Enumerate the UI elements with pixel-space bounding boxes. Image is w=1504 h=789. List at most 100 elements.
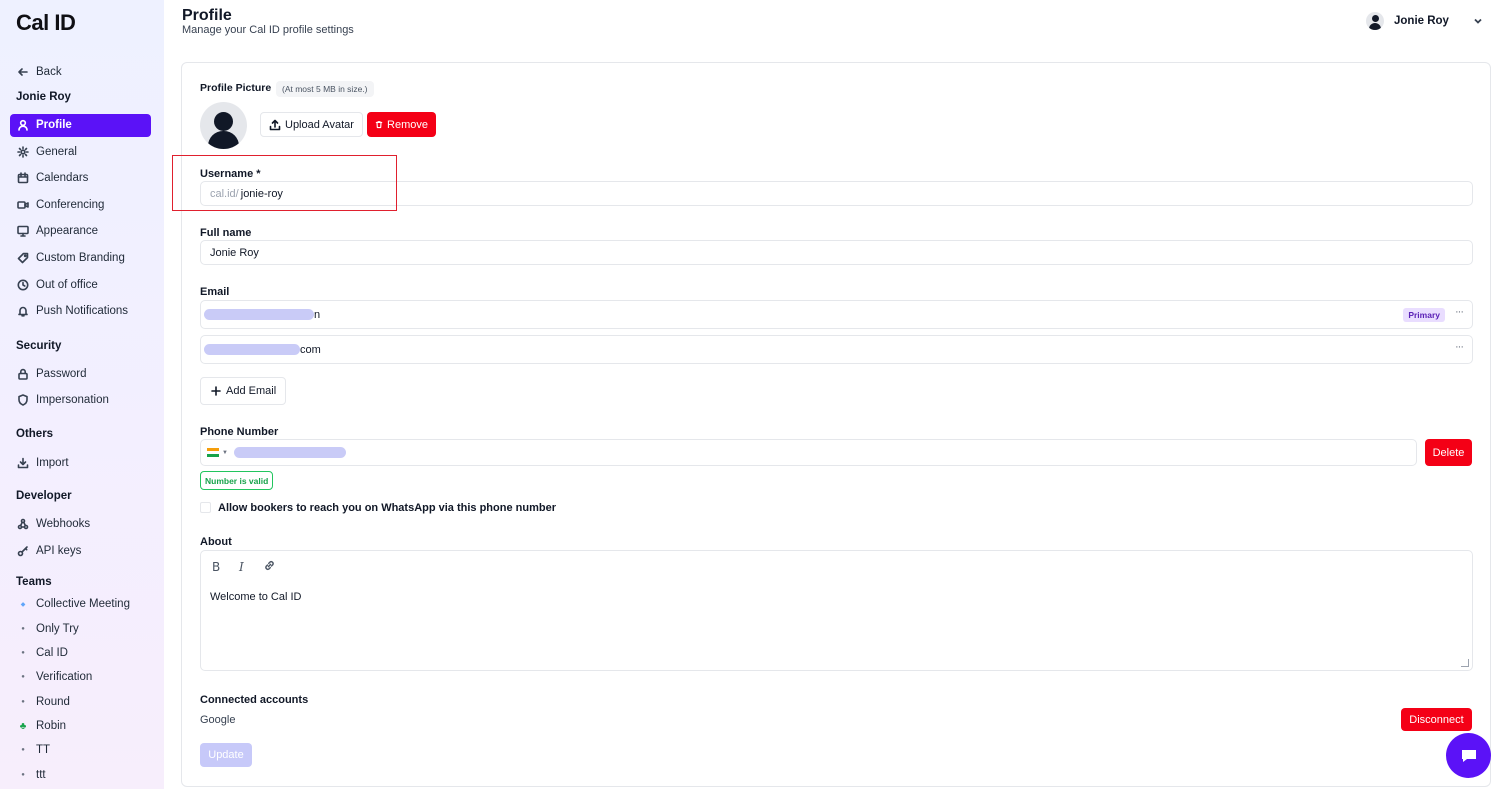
resize-handle-icon[interactable] [1461, 659, 1469, 667]
remove-avatar-button[interactable]: Remove [367, 112, 436, 137]
trash-icon [375, 121, 383, 129]
username-highlight-box [172, 155, 397, 211]
delete-phone-button[interactable]: Delete [1425, 439, 1472, 466]
sidebar: Cal ID Back Jonie Roy Profile General Ca… [0, 0, 164, 789]
video-icon [17, 199, 29, 211]
shield-icon [17, 394, 29, 406]
sidebar-item-impersonation[interactable]: Impersonation [17, 394, 109, 406]
link-icon[interactable] [263, 559, 276, 575]
update-button[interactable]: Update [200, 743, 252, 767]
plus-icon [211, 386, 221, 396]
cal-id-logo[interactable]: Cal ID [16, 10, 76, 36]
team-logo-icon: ● [21, 626, 25, 632]
fullname-input[interactable]: Jonie Roy [200, 240, 1473, 265]
webhook-icon [17, 518, 29, 530]
email-row-secondary[interactable]: com ··· [200, 335, 1473, 364]
sidebar-item-push-notifications[interactable]: Push Notifications [17, 305, 128, 317]
phone-label: Phone Number [200, 426, 279, 438]
sidebar-heading-others: Others [16, 428, 54, 440]
primary-badge: Primary [1403, 308, 1445, 322]
sidebar-team-tt[interactable]: ● TT [17, 744, 50, 756]
sidebar-heading-teams: Teams [16, 576, 52, 588]
phone-valid-badge: Number is valid [200, 471, 274, 490]
email-visible-text: com [300, 343, 321, 356]
more-options-icon[interactable]: ··· [1455, 341, 1464, 353]
country-flag-icon[interactable] [207, 448, 219, 457]
about-label: About [200, 536, 232, 548]
about-editor[interactable]: B I Welcome to Cal ID [200, 550, 1473, 671]
sidebar-item-conferencing[interactable]: Conferencing [17, 199, 104, 211]
team-logo-icon: ● [21, 674, 25, 680]
upload-avatar-button[interactable]: Upload Avatar [260, 112, 363, 137]
team-logo-icon: ● [21, 699, 25, 705]
disconnect-button[interactable]: Disconnect [1401, 708, 1472, 731]
sidebar-item-appearance[interactable]: Appearance [17, 225, 98, 237]
sidebar-item-api-keys[interactable]: API keys [17, 545, 81, 557]
sidebar-team-collective-meeting[interactable]: ◆ Collective Meeting [17, 598, 130, 610]
add-email-button[interactable]: Add Email [200, 377, 287, 405]
page-subtitle: Manage your Cal ID profile settings [182, 24, 354, 36]
profile-picture-label: Profile Picture [200, 82, 272, 94]
sidebar-item-profile[interactable]: Profile [17, 119, 72, 131]
redacted-email [204, 344, 300, 355]
arrow-left-icon [17, 66, 29, 78]
calendar-icon [17, 172, 29, 184]
sidebar-team-robin[interactable]: ♣ Robin [17, 720, 66, 732]
sidebar-team-only-try[interactable]: ● Only Try [17, 623, 79, 635]
redacted-phone [233, 447, 346, 458]
gear-icon [17, 146, 29, 158]
email-row-primary[interactable]: n Primary ··· [200, 300, 1473, 329]
bell-icon [17, 305, 29, 317]
team-logo-icon: ● [21, 747, 25, 753]
sidebar-team-verification[interactable]: ● Verification [17, 671, 92, 683]
sidebar-team-cal-id[interactable]: ● Cal ID [17, 647, 68, 659]
user-menu-name: Jonie Roy [1394, 15, 1449, 27]
whatsapp-checkbox[interactable] [200, 502, 211, 513]
more-options-icon[interactable]: ··· [1455, 306, 1464, 318]
connected-provider: Google [200, 714, 236, 726]
sidebar-heading-security: Security [16, 340, 62, 352]
sidebar-heading-developer: Developer [16, 490, 72, 502]
fullname-label: Full name [200, 227, 252, 239]
chat-icon [1461, 749, 1476, 762]
redacted-email [204, 309, 314, 320]
chevron-down-icon [1474, 18, 1482, 24]
page-title: Profile [182, 7, 232, 24]
about-text: Welcome to Cal ID [210, 591, 302, 603]
connected-accounts-label: Connected accounts [200, 694, 309, 706]
back-link[interactable]: Back [17, 66, 62, 78]
email-label: Email [200, 286, 230, 298]
team-logo-icon: ♣ [19, 720, 27, 732]
email-visible-text: n [314, 308, 321, 321]
sidebar-item-general[interactable]: General [17, 146, 77, 158]
team-logo-icon: ◆ [20, 601, 26, 608]
avatar [1366, 12, 1384, 30]
sidebar-item-out-of-office[interactable]: Out of office [17, 279, 98, 291]
phone-input[interactable]: ▼ [200, 439, 1417, 466]
back-label: Back [36, 66, 62, 78]
clock-icon [17, 279, 29, 291]
fullname-value: Jonie Roy [210, 246, 259, 259]
sidebar-item-import[interactable]: Import [17, 457, 69, 469]
bold-icon[interactable]: B [212, 560, 220, 574]
sidebar-item-password[interactable]: Password [17, 368, 87, 380]
user-menu[interactable]: Jonie Roy [1366, 12, 1483, 30]
tag-icon [17, 252, 29, 264]
country-dropdown-icon[interactable]: ▼ [222, 450, 228, 456]
team-logo-icon: ● [21, 650, 25, 656]
sidebar-item-webhooks[interactable]: Webhooks [17, 518, 90, 530]
upload-icon [269, 119, 281, 130]
user-icon [17, 119, 29, 131]
sidebar-team-ttt[interactable]: ● ttt [17, 769, 45, 781]
team-logo-icon: ● [21, 772, 25, 778]
picture-size-note: (At most 5 MB in size.) [276, 81, 374, 97]
sidebar-team-round[interactable]: ● Round [17, 696, 70, 708]
sidebar-item-calendars[interactable]: Calendars [17, 172, 88, 184]
lock-icon [17, 368, 29, 380]
key-icon [17, 545, 29, 557]
profile-avatar [200, 102, 247, 149]
sidebar-item-custom-branding[interactable]: Custom Branding [17, 252, 125, 264]
download-icon [17, 457, 29, 469]
chat-support-button[interactable] [1446, 733, 1491, 778]
italic-icon[interactable]: I [239, 560, 244, 574]
